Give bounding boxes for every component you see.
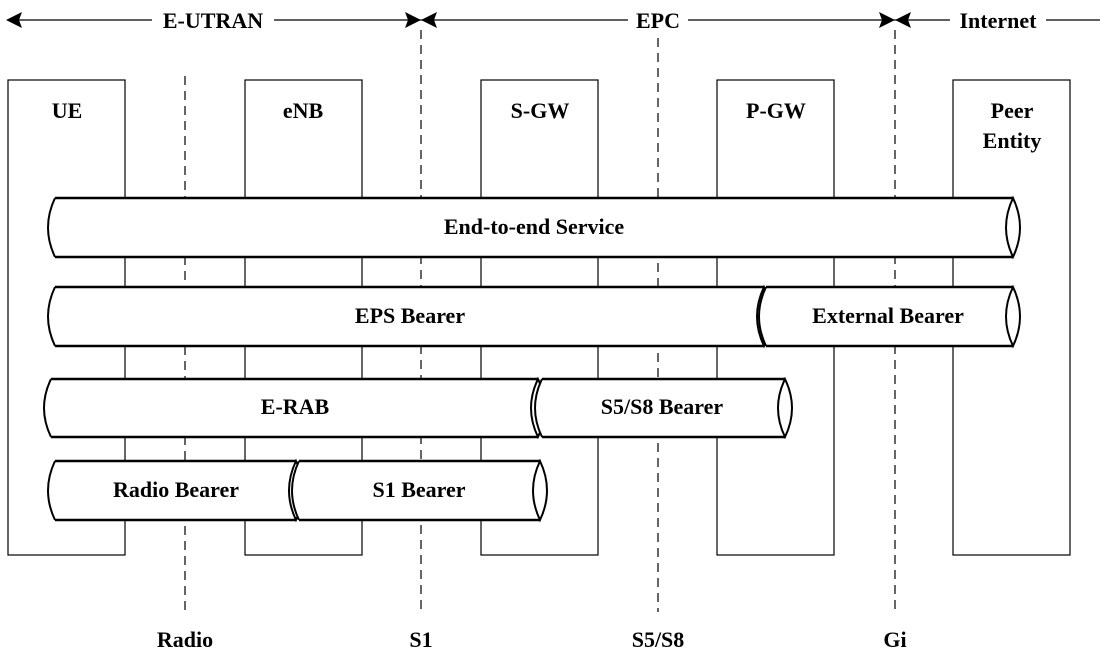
node-label-ue: UE bbox=[52, 98, 83, 123]
bearer-label-s5-s8-bearer: S5/S8 Bearer bbox=[601, 394, 724, 419]
domain-label-e-utran: E-UTRAN bbox=[163, 8, 263, 33]
node-label-peer-entity-line2: Entity bbox=[983, 128, 1042, 153]
bearer-label-radio-bearer: Radio Bearer bbox=[113, 477, 239, 502]
interface-label-s1: S1 bbox=[409, 627, 432, 652]
bearer-label-external-bearer: External Bearer bbox=[812, 303, 964, 328]
bearer-label-e-rab: E-RAB bbox=[261, 394, 330, 419]
interface-labels: Radio S1 S5/S8 Gi bbox=[157, 627, 907, 652]
interface-label-gi: Gi bbox=[883, 627, 906, 652]
interface-label-s5-s8: S5/S8 bbox=[632, 627, 685, 652]
node-label-p-gw: P-GW bbox=[746, 98, 806, 123]
interface-label-radio: Radio bbox=[157, 627, 213, 652]
node-label-enb: eNB bbox=[283, 98, 324, 123]
domain-label-internet: Internet bbox=[960, 8, 1038, 33]
bearer-label-s1-bearer: S1 Bearer bbox=[372, 477, 465, 502]
eps-bearer-architecture-diagram: E-UTRAN EPC Internet UE eNB S-GW P-GW Pe… bbox=[6, 6, 1100, 652]
domain-span-arrows: E-UTRAN EPC Internet bbox=[6, 6, 1100, 34]
node-label-peer-entity-line1: Peer bbox=[991, 98, 1034, 123]
bearer-label-end-to-end-service: End-to-end Service bbox=[444, 214, 625, 239]
node-label-s-gw: S-GW bbox=[511, 98, 570, 123]
bearer-label-eps-bearer: EPS Bearer bbox=[355, 303, 465, 328]
domain-label-epc: EPC bbox=[636, 8, 680, 33]
